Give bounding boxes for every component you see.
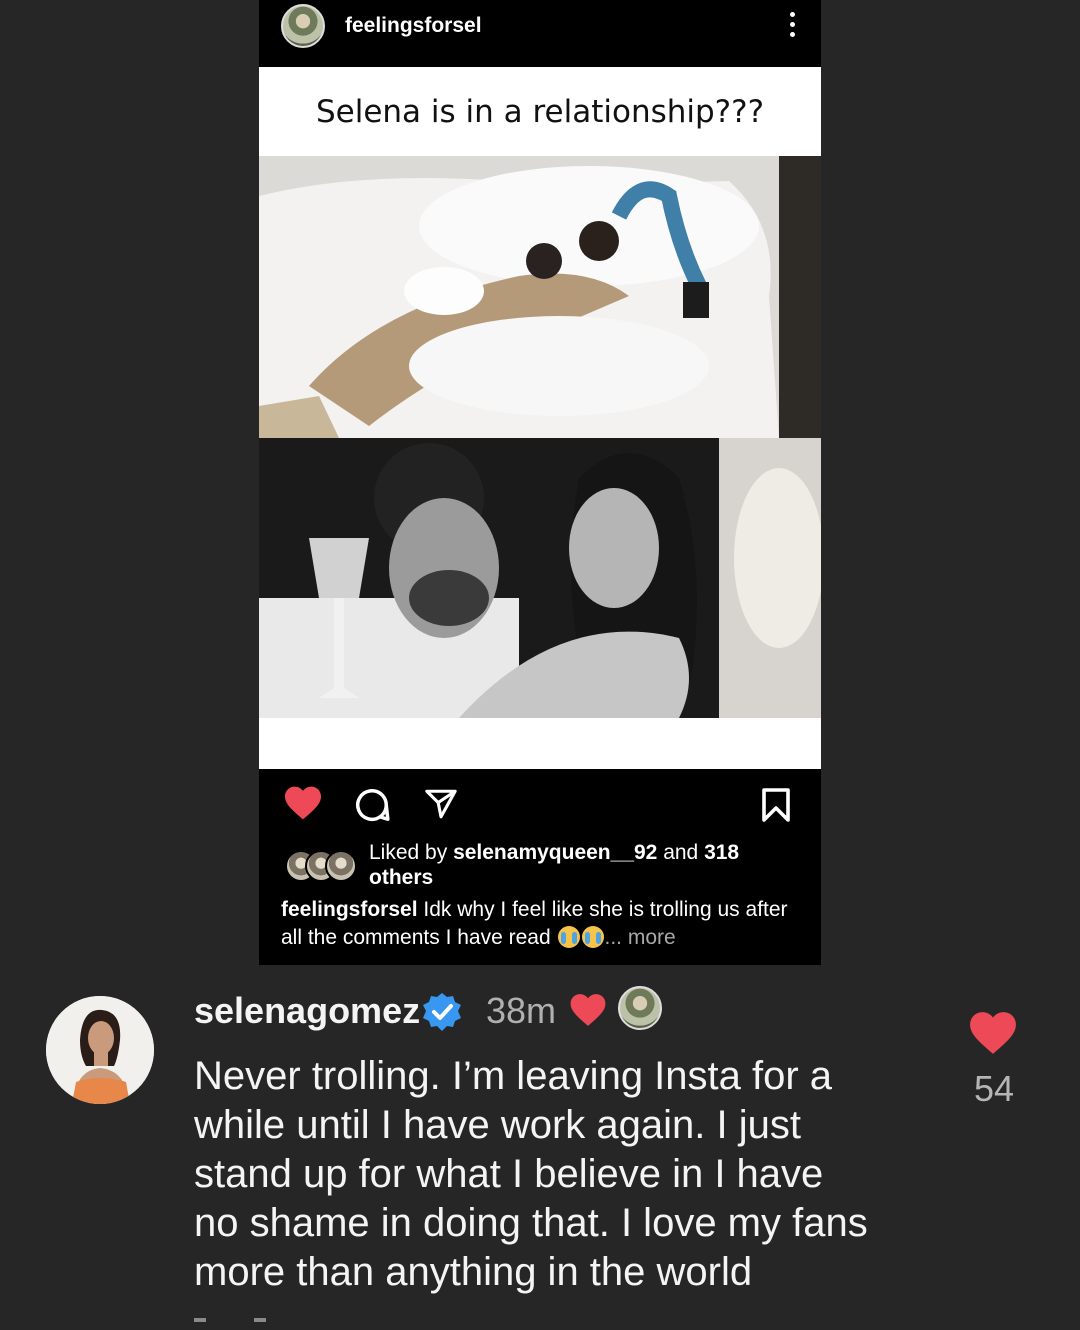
avatar-photo <box>46 996 154 1104</box>
post-photo-bed <box>259 156 821 438</box>
likes-text: Liked by selenamyqueen__92 and 318 others <box>369 840 769 890</box>
commenter-avatar[interactable] <box>46 996 154 1104</box>
crying-emoji-icon <box>558 926 581 948</box>
avatar <box>325 850 357 882</box>
likes-count[interactable]: 318 <box>704 841 739 864</box>
post-header: feelingsforsel <box>259 0 821 67</box>
likes-and: and <box>657 841 705 864</box>
post-action-bar <box>259 769 821 839</box>
post-image-bottom-margin <box>259 718 821 769</box>
likes-prefix: Liked by <box>369 841 454 864</box>
post-author-avatar[interactable] <box>281 4 325 48</box>
comment-like-count[interactable]: 54 <box>974 1068 1014 1110</box>
post-author-username[interactable]: feelingsforsel <box>345 14 482 38</box>
send-icon[interactable] <box>423 787 459 821</box>
post-image-caption: Selena is in a relationship??? <box>315 93 765 130</box>
likes-others[interactable]: others <box>369 866 433 889</box>
more-vertical-icon[interactable] <box>787 12 797 42</box>
bookmark-icon[interactable] <box>760 787 792 823</box>
liked-by-username[interactable]: selenamyqueen__92 <box>453 841 657 864</box>
comment-icon[interactable] <box>353 786 391 824</box>
verified-badge-icon <box>423 993 461 1031</box>
liker-avatars <box>285 850 357 882</box>
reply-button-fragment[interactable] <box>194 1318 274 1330</box>
post-photo-portrait <box>259 438 821 718</box>
heart-icon[interactable] <box>283 785 323 821</box>
post-card: feelingsforsel Selena is in a relationsh… <box>259 0 821 965</box>
commenter-username[interactable]: selenagomez <box>194 990 420 1032</box>
comment-text: Never trolling. I’m leaving Insta for a … <box>194 1054 868 1294</box>
comment-timestamp: 38m <box>486 990 557 1031</box>
comment-like-heart-icon[interactable] <box>968 1010 1018 1056</box>
caption-more-link[interactable]: ... more <box>604 926 675 949</box>
caption-username[interactable]: feelingsforsel <box>281 898 418 921</box>
post-caption: feelingsforsel Idk why I feel like she i… <box>281 896 806 952</box>
reply-fragment-mark <box>254 1318 266 1322</box>
likes-summary[interactable]: Liked by selenamyqueen__92 and 318 others <box>281 840 801 895</box>
crying-emoji-icon <box>582 926 605 948</box>
reply-fragment-mark <box>194 1318 206 1322</box>
post-image-caption-banner: Selena is in a relationship??? <box>259 67 821 156</box>
creator-liked-heart-icon <box>570 994 606 1026</box>
creator-avatar <box>618 986 662 1030</box>
